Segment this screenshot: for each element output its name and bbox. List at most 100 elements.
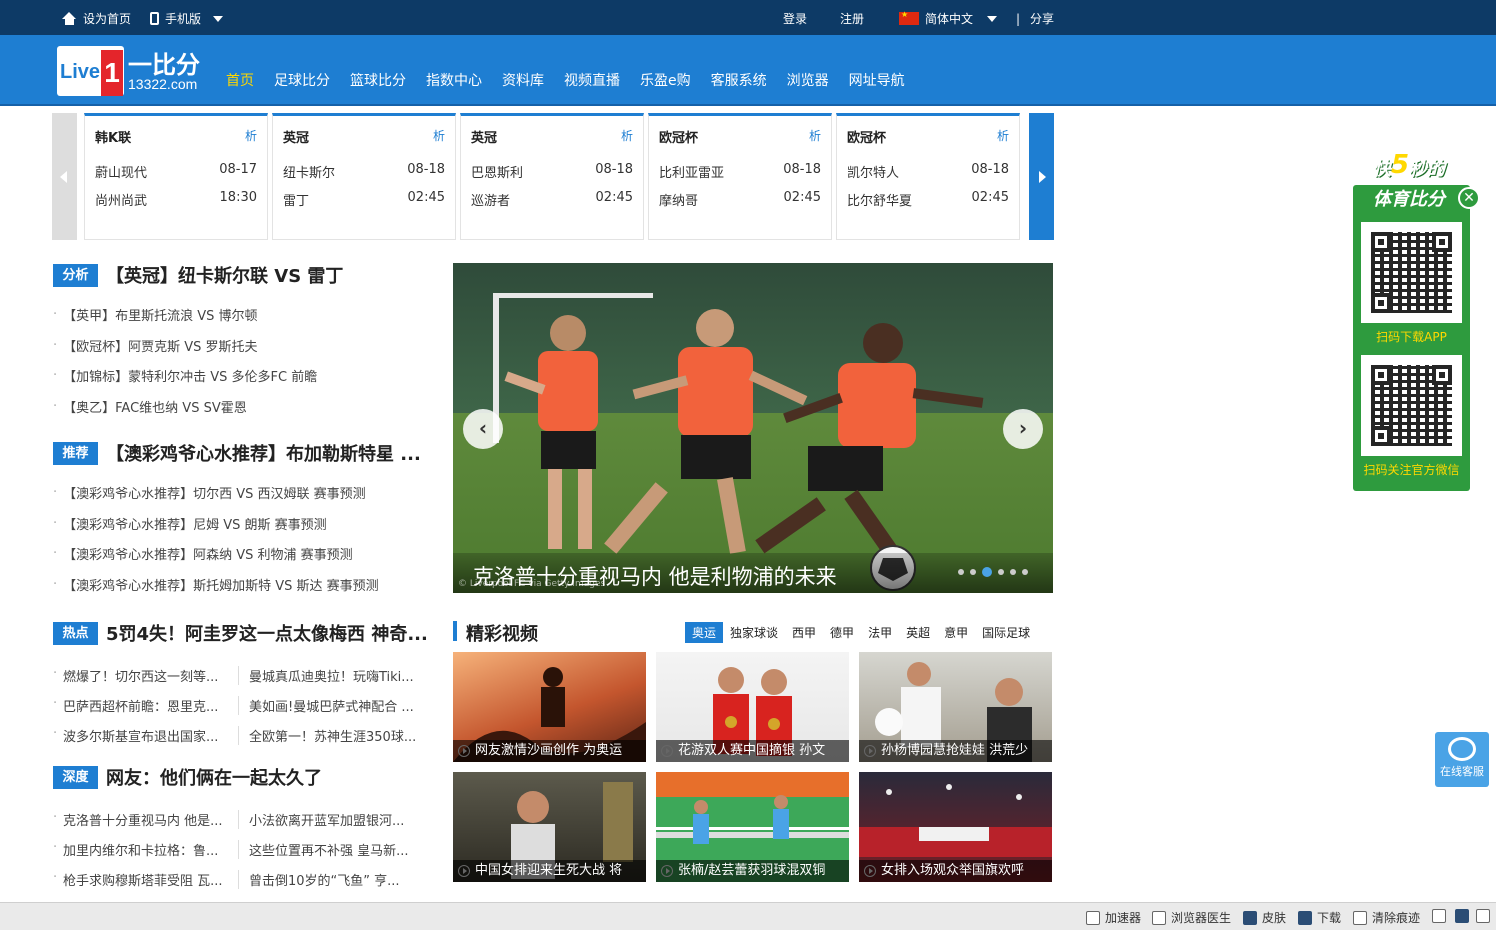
list-item[interactable]: 曼城真瓜迪奥拉！玩嗨Tiki... (239, 666, 429, 685)
set-home-link[interactable]: 设为首页 (62, 10, 131, 27)
match-card[interactable]: 韩K联 析 蔚山现代 08-17 尚州尚武 18:30 (84, 113, 268, 240)
match-away-team: 比尔舒华夏 (847, 194, 913, 209)
nav-item-database[interactable]: 资料库 (502, 70, 544, 90)
match-analysis-link[interactable]: 析 (621, 127, 633, 144)
video-thumb[interactable]: 孙杨博园慧抢娃娃 洪荒少 (859, 652, 1052, 762)
list-item[interactable]: 这些位置再不补强 皇马新... (239, 840, 429, 859)
tab-laliga[interactable]: 西甲 (785, 622, 823, 643)
list-item[interactable]: 【澳彩鸡爷心水推荐】切尔西 VS 西汉姆联 赛事预测 (53, 477, 379, 508)
list-item[interactable]: 全欧第一！苏神生涯350球... (239, 726, 429, 745)
match-analysis-link[interactable]: 析 (433, 127, 445, 144)
login-link[interactable]: 登录 (783, 10, 807, 27)
video-thumb[interactable]: 网友激情沙画创作 为奥运 (453, 652, 646, 762)
analysis-headline[interactable]: 【英冠】纽卡斯尔联 VS 雷丁 (106, 262, 343, 288)
slider-next-button[interactable]: › (1003, 409, 1043, 449)
clear-traces-label: 清除痕迹 (1372, 911, 1421, 925)
slider-dot[interactable] (1010, 569, 1016, 575)
list-item[interactable]: 燃爆了！切尔西这一刻等... (53, 665, 239, 685)
list-item[interactable]: 【英甲】布里斯托流浪 VS 博尔顿 (53, 299, 317, 330)
nav-item-index[interactable]: 指数中心 (426, 70, 482, 90)
match-card[interactable]: 欧冠杯 析 凯尔特人 08-18 比尔舒华夏 02:45 (836, 113, 1020, 240)
tab-serie-a[interactable]: 意甲 (937, 622, 975, 643)
match-analysis-link[interactable]: 析 (997, 127, 1009, 144)
slider-dot[interactable] (970, 569, 976, 575)
nav-item-browser[interactable]: 浏览器 (787, 70, 829, 90)
list-item[interactable]: 【加锦标】蒙特利尔冲击 VS 多伦多FC 前瞻 (53, 360, 317, 391)
match-card[interactable]: 英冠 析 巴恩斯利 08-18 巡游者 02:45 (460, 113, 644, 240)
match-date: 08-18 (407, 162, 445, 177)
accelerator-button[interactable]: 加速器 (1086, 909, 1141, 926)
nav-item-football[interactable]: 足球比分 (274, 70, 330, 90)
mobile-version-link[interactable]: 手机版 (150, 10, 224, 27)
language-select[interactable]: 简体中文 (899, 10, 998, 27)
tab-olympics[interactable]: 奥运 (685, 622, 724, 643)
volume-button[interactable] (1432, 909, 1446, 923)
video-thumb[interactable]: 女排入场观众举国旗欢呼 (859, 772, 1052, 882)
depth-headline[interactable]: 网友：他们俩在一起太久了 (106, 764, 322, 790)
skin-label: 皮肤 (1262, 911, 1287, 925)
tab-bundesliga[interactable]: 德甲 (823, 622, 861, 643)
register-link[interactable]: 注册 (840, 10, 864, 27)
download-button[interactable]: 下载 (1298, 909, 1341, 926)
share-link[interactable]: | 分享 (1016, 10, 1054, 27)
list-item[interactable]: 加里内维尔和卡拉格：鲁... (53, 839, 239, 859)
videos-tabs: 奥运 独家球谈 西甲 德甲 法甲 英超 意甲 国际足球 (685, 622, 1037, 643)
nav-item-directory[interactable]: 网址导航 (849, 70, 905, 90)
promo-headline-suffix: 秒的 (1409, 159, 1445, 180)
zoom-button[interactable] (1476, 909, 1490, 923)
nav-item-video[interactable]: 视频直播 (564, 70, 620, 90)
nav-item-basketball[interactable]: 篮球比分 (350, 70, 406, 90)
match-card[interactable]: 英冠 析 纽卡斯尔 08-18 雷丁 02:45 (272, 113, 456, 240)
list-item[interactable]: 小法欲离开蓝军加盟银河... (239, 810, 429, 829)
list-item[interactable]: 克洛普十分重视马内 他是... (53, 809, 239, 829)
nav-item-service[interactable]: 客服系统 (711, 70, 767, 90)
slider-watermark: © Liverpool FC via Getty Images (458, 579, 606, 589)
ticker-prev-button[interactable] (52, 113, 77, 240)
qr-app-label: 扫码下载APP (1376, 330, 1447, 344)
clear-traces-button[interactable]: 清除痕迹 (1353, 909, 1420, 926)
slider-dot[interactable] (958, 569, 964, 575)
skin-button[interactable]: 皮肤 (1243, 909, 1286, 926)
list-item[interactable]: 【澳彩鸡爷心水推荐】阿森纳 VS 利物浦 赛事预测 (53, 538, 379, 569)
hot-header: 热点 5罚4失！阿圭罗这一点太像梅西 神奇... (53, 621, 428, 645)
screen-button[interactable] (1455, 909, 1469, 923)
close-icon[interactable]: ✕ (1458, 187, 1480, 209)
list-item[interactable]: 曾击倒10岁的“飞鱼” 亨... (239, 870, 429, 889)
tab-premier-league[interactable]: 英超 (899, 622, 937, 643)
app-promo-panel: 扫码下载APP 扫码关注官方微信 快 5 秒的 体育比分 ✕ (1353, 150, 1480, 491)
match-analysis-link[interactable]: 析 (245, 127, 257, 144)
tab-exclusive[interactable]: 独家球谈 (723, 622, 785, 643)
nav-item-shop[interactable]: 乐盈e购 (640, 70, 691, 90)
list-item[interactable]: 【欧冠杯】阿贾克斯 VS 罗斯托夫 (53, 330, 317, 361)
site-logo[interactable]: Live 1 一比分 13322.com (57, 43, 217, 98)
online-service-button[interactable]: 在线客服 (1435, 732, 1489, 787)
slider-prev-button[interactable]: ‹ (463, 409, 503, 449)
match-card[interactable]: 欧冠杯 析 比利亚雷亚 08-18 摩纳哥 02:45 (648, 113, 832, 240)
slider-dot[interactable] (1022, 569, 1028, 575)
video-thumb[interactable]: 花游双人赛中国摘银 孙文 (656, 652, 849, 762)
browser-doctor-button[interactable]: 浏览器医生 (1152, 909, 1231, 926)
list-item[interactable]: 波多尔斯基宣布退出国家... (53, 725, 239, 745)
promo-subheadline: 体育比分 (1373, 189, 1445, 210)
list-item[interactable]: 枪手求购穆斯塔菲受阻 瓦... (53, 869, 239, 889)
hot-tag: 热点 (53, 621, 98, 645)
video-thumb[interactable]: 中国女排迎来生死大战 将 (453, 772, 646, 882)
match-analysis-link[interactable]: 析 (809, 127, 821, 144)
list-item[interactable]: 美如画!曼城巴萨式神配合 ... (239, 696, 429, 715)
slider-dot-active[interactable] (982, 567, 992, 577)
video-thumb[interactable]: 张楠/赵芸蕾获羽球混双铜 (656, 772, 849, 882)
hot-headline[interactable]: 5罚4失！阿圭罗这一点太像梅西 神奇... (106, 620, 428, 646)
slider-dot[interactable] (998, 569, 1004, 575)
list-item[interactable]: 【澳彩鸡爷心水推荐】尼姆 VS 朗斯 赛事预测 (53, 508, 379, 539)
list-item[interactable]: 巴萨西超杯前瞻：恩里克... (53, 695, 239, 715)
tab-international[interactable]: 国际足球 (975, 622, 1037, 643)
recommend-headline[interactable]: 【澳彩鸡爷心水推荐】布加勒斯特星 ... (106, 440, 421, 466)
analysis-list: 【英甲】布里斯托流浪 VS 博尔顿 【欧冠杯】阿贾克斯 VS 罗斯托夫 【加锦标… (53, 299, 317, 422)
list-item[interactable]: 【奥乙】FAC维也纳 VS SV霍恩 (53, 391, 317, 422)
tab-ligue1[interactable]: 法甲 (861, 622, 899, 643)
ticker-next-button[interactable] (1029, 113, 1054, 240)
headline-slider[interactable]: ‹ › 克洛普十分重视马内 他是利物浦的未来 © Liverpool FC vi… (453, 263, 1053, 593)
match-league: 英冠 (471, 131, 498, 146)
list-item[interactable]: 【澳彩鸡爷心水推荐】斯托姆加斯特 VS 斯达 赛事预测 (53, 569, 379, 600)
nav-item-home[interactable]: 首页 (226, 70, 254, 90)
